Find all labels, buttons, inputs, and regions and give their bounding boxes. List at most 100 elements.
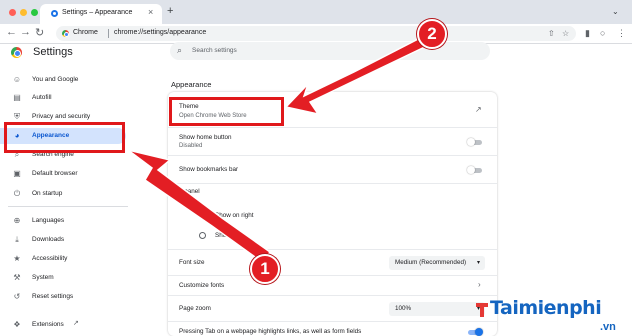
reset-icon: ↺ [13,292,21,301]
omnibox-chrome-label: Chrome [73,29,98,36]
bookmark-star-icon[interactable]: ☆ [562,29,569,38]
settings-chrome-logo-icon [11,47,22,58]
sidebar-item-system[interactable]: ⚒ System [0,270,126,286]
omnibox-divider [108,29,109,38]
customize-fonts-label: Customize fonts [179,282,225,289]
address-bar[interactable]: Chrome chrome://settings/appearance ⇧ ☆ [56,26,576,41]
open-external-icon[interactable]: ↗ [475,105,482,114]
sidebar-item-you-and-google[interactable]: ☺ You and Google [0,72,126,88]
download-icon: ⤓ [15,235,19,244]
browser-toolbar: ← → ↻ Chrome chrome://settings/appearanc… [0,24,632,44]
font-size-label: Font size [179,259,205,266]
page-zoom-label: Page zoom [179,305,211,312]
forward-icon[interactable]: → [20,26,31,38]
font-size-row: Font size Medium (Recommended) ▾ [168,250,497,276]
watermark-logo: Taimienphi .vn [466,295,632,336]
minimize-window-button[interactable] [20,9,27,16]
sidepanel-icon[interactable]: ▮ [585,28,590,39]
home-button-toggle[interactable] [467,138,482,146]
tab-title: Settings – Appearance [62,9,133,16]
sidebar-item-autofill[interactable]: ▤ Autofill [0,90,126,106]
back-icon[interactable]: ← [6,26,17,38]
power-icon: ⏻ [13,189,21,198]
page-zoom-value: 100% [395,305,412,312]
tab-close-icon[interactable]: × [148,7,153,17]
home-button-status: Disabled [179,143,203,149]
sidebar-item-label: Languages [32,217,65,224]
page-title: Settings [33,46,73,58]
sidebar-item-label: You and Google [32,76,79,83]
chrome-logo-icon [62,30,69,37]
tab-highlight-row[interactable]: Pressing Tab on a webpage highlights lin… [168,322,497,336]
maximize-window-button[interactable] [31,9,38,16]
home-button-row[interactable]: Show home button Disabled [168,128,497,156]
browser-icon: ▣ [13,169,21,178]
sidebar-item-on-startup[interactable]: ⏻ On startup [0,186,126,202]
tab-highlight-label: Pressing Tab on a webpage highlights lin… [179,328,362,335]
show-on-right-radio[interactable] [199,212,206,219]
reload-icon[interactable]: ↻ [35,26,44,39]
appearance-card: Theme Open Chrome Web Store ↗ Show home … [168,92,497,336]
omnibox-url[interactable]: chrome://settings/appearance [114,29,206,36]
home-button-title: Show home button [179,134,232,141]
sidebar-item-label: On startup [32,190,63,197]
globe-icon: ⊕ [13,216,21,225]
sidebar-item-accessibility[interactable]: ★ Accessibility [0,251,126,267]
shield-icon: ⛨ [14,112,20,121]
annotation-box-appearance [4,122,125,153]
show-on-right-label: Show on right [215,212,254,219]
sidebar-item-label: Extensions [32,321,64,328]
sidebar-item-languages[interactable]: ⊕ Languages [0,213,126,229]
side-panel-title: e panel [179,188,200,195]
tab-search-icon[interactable]: ⌄ [612,7,619,16]
step-badge-2: 2 [417,19,447,49]
clipboard-icon: ▤ [13,93,21,102]
profile-icon[interactable]: ○ [600,28,605,38]
chevron-right-icon: › [478,280,481,289]
sidebar-item-extensions[interactable]: ❖ Extensions ↗ [0,317,126,333]
sidebar-item-reset-settings[interactable]: ↺ Reset settings [0,289,126,305]
watermark-mark-icon [476,303,488,317]
sidebar-item-label: Accessibility [32,255,68,262]
tab-settings-appearance[interactable]: Settings – Appearance × [40,4,162,24]
sidebar-item-label: Downloads [32,236,65,243]
show-on-left-radio[interactable] [199,232,206,239]
watermark-domain: .vn [600,321,616,333]
bookmarks-bar-row[interactable]: Show bookmarks bar [168,156,497,184]
tab-bar: Settings – Appearance × + ⌄ [0,0,632,24]
open-in-new-icon: ↗ [73,320,79,327]
annotation-box-theme [169,97,284,126]
sidebar-item-default-browser[interactable]: ▣ Default browser [0,166,126,182]
side-panel-row: e panel Show on right Sho left [168,184,497,250]
menu-icon[interactable]: ⋮ [617,28,626,39]
sidebar-item-label: System [32,274,54,281]
settings-gear-icon [51,10,58,17]
accessibility-icon: ★ [13,254,21,263]
section-title-appearance: Appearance [171,80,212,89]
bookmarks-bar-toggle[interactable] [467,166,482,174]
page-zoom-row: Page zoom 100% ▾ [168,296,497,322]
sidebar-divider [8,206,128,207]
sidebar-item-label: Privacy and security [32,113,91,120]
sidebar-item-label: Reset settings [32,293,74,300]
share-icon[interactable]: ⇧ [548,29,555,38]
settings-sidebar: ☺ You and Google ▤ Autofill ⛨ Privacy an… [0,66,140,336]
close-window-button[interactable] [9,9,16,16]
show-on-left-label: Sho left [215,232,237,239]
watermark-brand: Taimienphi [490,297,602,319]
step-badge-1: 1 [250,254,280,284]
font-size-select[interactable]: Medium (Recommended) ▾ [389,256,485,270]
new-tab-button[interactable]: + [167,5,173,17]
search-icon: ⌕ [177,45,183,55]
bookmarks-bar-title: Show bookmarks bar [179,166,239,173]
wrench-icon: ⚒ [13,273,21,282]
dropdown-caret-icon: ▾ [476,260,480,266]
customize-fonts-row[interactable]: Customize fonts › [168,276,497,296]
sidebar-item-label: Default browser [32,170,78,177]
puzzle-icon: ❖ [13,320,21,329]
search-placeholder: Search settings [192,47,237,54]
sidebar-item-downloads[interactable]: ⤓ Downloads [0,232,126,248]
font-size-value: Medium (Recommended) [395,259,467,266]
sidebar-item-label: Autofill [32,94,52,101]
person-icon: ☺ [12,75,22,84]
